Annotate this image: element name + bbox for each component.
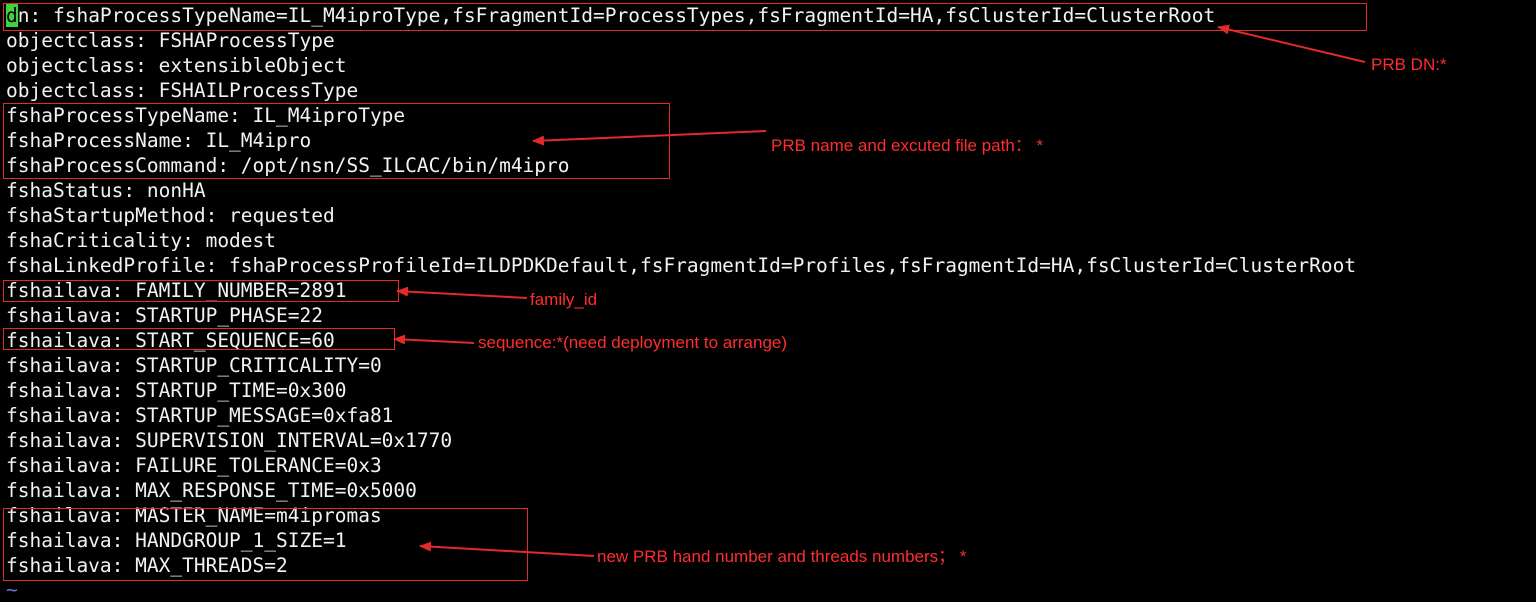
arrow-sequence [393,334,475,345]
annotation-handgroup: new PRB hand number and threads numbers；… [597,547,967,566]
arrow-handgroup [419,541,595,557]
annotation-family: family_id [530,290,598,309]
annotation-name-path: PRB name and excuted file path： * [771,136,1044,155]
annotation-dn: PRB DN:* [1371,55,1447,74]
annotation-sequence: sequence:*(need deployment to arrange) [478,333,788,352]
arrow-name-path [532,130,767,146]
arrow-dn [1217,24,1366,63]
annotation-arrows [393,24,1366,557]
terminal-window[interactable]: dn: fshaProcessTypeName=IL_M4iproType,fs… [0,0,1536,601]
arrow-family [396,286,528,299]
